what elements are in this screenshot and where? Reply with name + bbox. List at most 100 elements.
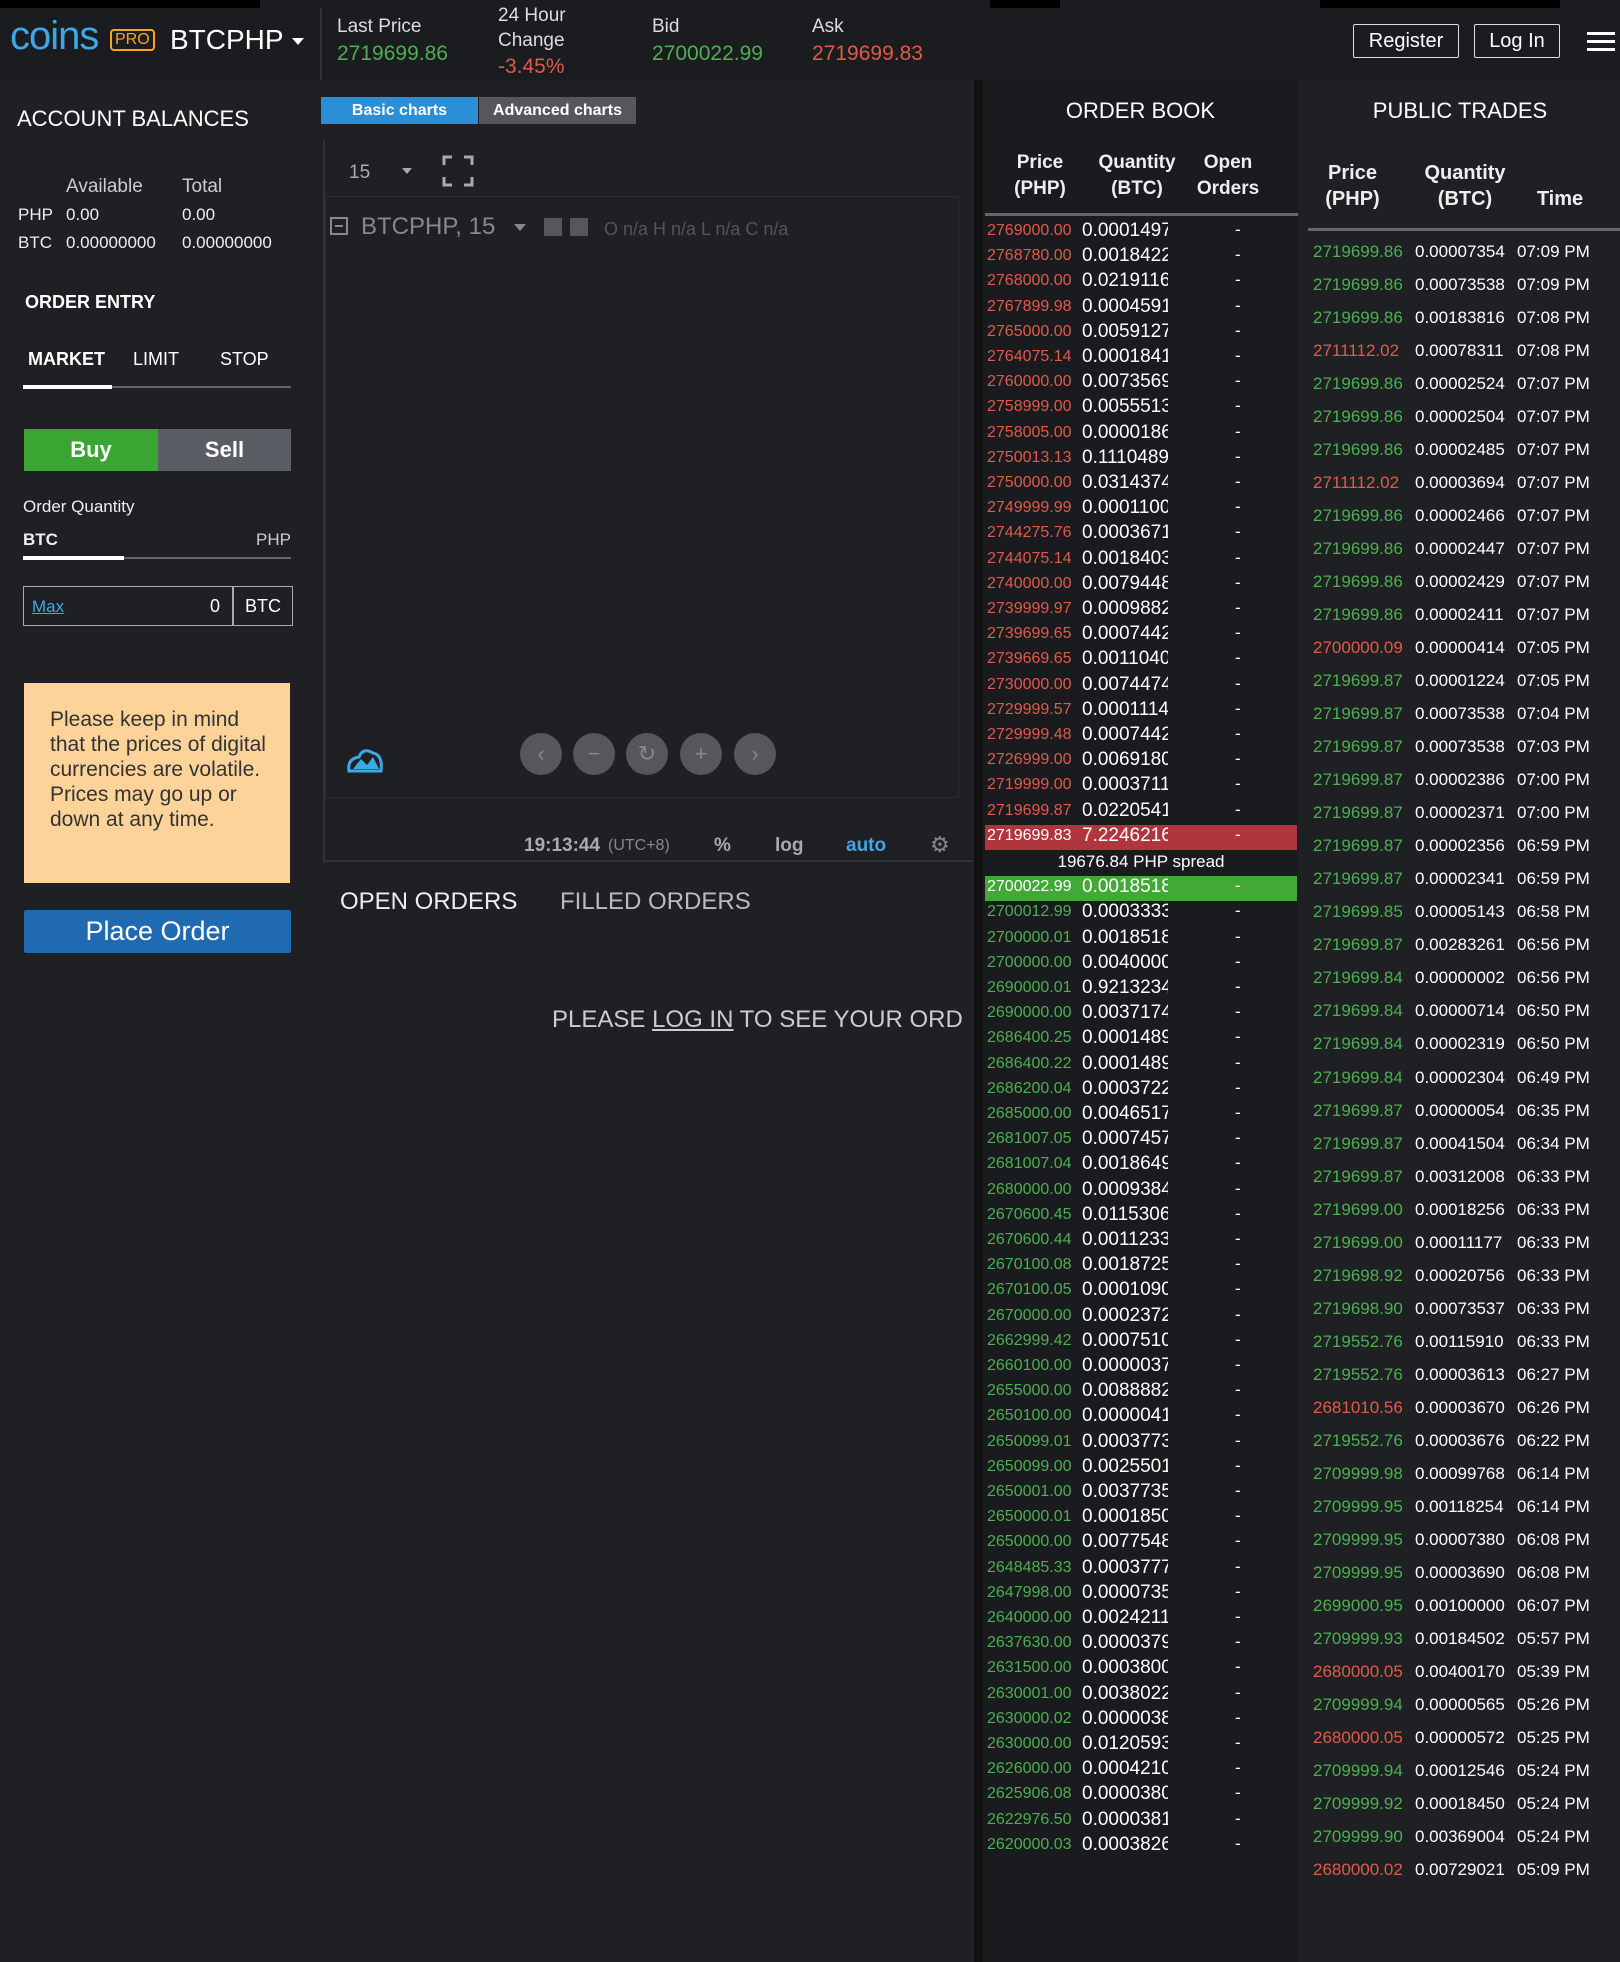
tab-basic-charts[interactable]: Basic charts [321,97,478,124]
register-button[interactable]: Register [1353,24,1459,58]
ob-bid-row[interactable]: 2625906.08 0.00003808 - [985,1783,1297,1808]
max-link[interactable]: Max [32,597,64,617]
buy-button[interactable]: Buy [24,429,158,471]
qty-tab-php[interactable]: PHP [256,530,291,550]
pair-selector[interactable]: BTCPHP [170,24,284,56]
tab-filled-orders[interactable]: FILLED ORDERS [560,888,751,916]
ob-ask-row[interactable]: 2767899.98 0.00045912 - [985,296,1297,321]
ob-ask-row[interactable]: 2729999.48 0.00074427 - [985,724,1297,749]
ob-bid-row[interactable]: 2681007.05 0.00074577 - [985,1128,1297,1153]
ob-bid-row[interactable]: 2700000.01 0.00185185 - [985,927,1297,952]
ob-ask-row[interactable]: 2719699.87 0.02205419 - [985,800,1297,825]
ob-bid-row[interactable]: 2700012.99 0.00033333 - [985,901,1297,926]
ob-bid-row[interactable]: 2670100.05 0.00010907 - [985,1279,1297,1304]
ob-bid-row[interactable]: 2630000.00 0.01205935 - [985,1733,1297,1758]
sell-button[interactable]: Sell [158,429,291,471]
fullscreen-icon[interactable] [442,155,474,192]
ob-bid-row[interactable]: 2650000.01 0.00018500 - [985,1506,1297,1531]
ob-bid-row[interactable]: 2690000.00 0.00371747 - [985,1002,1297,1027]
log-toggle[interactable]: log [775,835,804,857]
ob-bid-row[interactable]: 2681007.04 0.00186497 - [985,1153,1297,1178]
quantity-input[interactable]: Max 0 [23,586,233,626]
ob-bid-row[interactable]: 2631500.00 0.00038001 - [985,1657,1297,1682]
reset-icon[interactable]: ↻ [626,733,668,775]
chevron-down-icon[interactable] [514,224,526,231]
ob-ask-row[interactable]: 2744075.14 0.00184033 - [985,548,1297,573]
ob-bid-row[interactable]: 2650099.01 0.00037734 - [985,1431,1297,1456]
percent-toggle[interactable]: % [714,835,731,857]
hamburger-menu-icon[interactable] [1587,32,1615,56]
ob-bid-row[interactable]: 2686200.04 0.00037227 - [985,1078,1297,1103]
ob-bid-row[interactable]: 2622976.50 0.00003812 - [985,1809,1297,1834]
login-link[interactable]: LOG IN [652,1006,733,1033]
quantity-value[interactable]: 0 [210,596,220,617]
zoom-out-icon[interactable]: − [573,733,615,775]
ob-ask-row[interactable]: 2740000.00 0.00794485 - [985,573,1297,598]
ob-bid-row[interactable]: 2670100.08 0.00187259 - [985,1254,1297,1279]
chart-canvas[interactable] [325,196,959,798]
ob-best-bid-row[interactable]: 2700022.99 0.00185184 - [985,876,1297,902]
ob-bid-row[interactable]: 2637630.00 0.00003791 - [985,1632,1297,1657]
logo[interactable]: coins [10,14,99,59]
ob-bid-row[interactable]: 2670000.00 0.00023723 - [985,1305,1297,1330]
ob-ask-row[interactable]: 2768780.00 0.00184226 - [985,245,1297,270]
ob-bid-row[interactable]: 2630001.00 0.00380228 - [985,1683,1297,1708]
ob-bid-row[interactable]: 2650000.00 0.00775481 - [985,1531,1297,1556]
ob-ask-row[interactable]: 2760000.00 0.00735691 - [985,371,1297,396]
ob-ask-row[interactable]: 2750013.13 0.11104895 - [985,447,1297,472]
ob-bid-row[interactable]: 2640000.00 0.00242118 - [985,1607,1297,1632]
settings-icon[interactable] [570,218,588,236]
ob-bid-row[interactable]: 2647998.00 0.00007350 - [985,1582,1297,1607]
ob-ask-row[interactable]: 2768000.00 0.02191167 - [985,270,1297,295]
qty-tab-btc[interactable]: BTC [23,530,58,550]
gear-icon[interactable]: ⚙ [930,832,950,858]
ob-bid-row[interactable]: 2670600.45 0.01153061 - [985,1204,1297,1229]
auto-toggle[interactable]: auto [846,835,886,857]
ob-bid-row[interactable]: 2630000.02 0.00000380 - [985,1708,1297,1733]
ob-best-ask-row[interactable]: 2719699.83 7.22462160 - [985,824,1297,850]
chevron-right-icon[interactable]: › [734,733,776,775]
ob-bid-row[interactable]: 2686400.22 0.00014890 - [985,1053,1297,1078]
ob-bid-row[interactable]: 2686400.25 0.00014890 - [985,1027,1297,1052]
interval-selector[interactable]: 15 [349,162,370,184]
tab-open-orders[interactable]: OPEN ORDERS [340,888,517,916]
ob-ask-row[interactable]: 2730000.00 0.00744741 - [985,674,1297,699]
ob-ask-row[interactable]: 2750000.00 0.03143747 - [985,472,1297,497]
chevron-down-icon[interactable] [292,38,304,45]
zoom-in-icon[interactable]: + [680,733,722,775]
ob-bid-row[interactable]: 2650001.00 0.00377358 - [985,1481,1297,1506]
collapse-icon[interactable] [330,217,348,235]
login-button[interactable]: Log In [1474,24,1560,58]
settings-icon[interactable] [544,218,562,236]
ob-bid-row[interactable]: 2620000.03 0.00038261 - [985,1834,1297,1859]
ob-bid-row[interactable]: 2648485.33 0.00037776 - [985,1557,1297,1582]
ob-ask-row[interactable]: 2726999.00 0.00691801 - [985,749,1297,774]
ob-bid-row[interactable]: 2690000.01 0.92132349 - [985,977,1297,1002]
ob-ask-row[interactable]: 2765000.00 0.00591275 - [985,321,1297,346]
tab-advanced-charts[interactable]: Advanced charts [479,97,636,124]
ob-bid-row[interactable]: 2685000.00 0.00465177 - [985,1103,1297,1128]
ob-ask-row[interactable]: 2739699.65 0.00074423 - [985,623,1297,648]
tab-stop[interactable]: STOP [220,349,269,370]
ob-bid-row[interactable]: 2650099.00 0.00255012 - [985,1456,1297,1481]
ob-ask-row[interactable]: 2764075.14 0.00018415 - [985,346,1297,371]
ob-ask-row[interactable]: 2739999.97 0.00098826 - [985,598,1297,623]
ob-bid-row[interactable]: 2660100.00 0.00000376 - [985,1355,1297,1380]
ob-bid-row[interactable]: 2650100.00 0.00000415 - [985,1405,1297,1430]
ob-ask-row[interactable]: 2719999.00 0.00037118 - [985,774,1297,799]
ob-ask-row[interactable]: 2758999.00 0.00555134 - [985,396,1297,421]
ob-ask-row[interactable]: 2739669.65 0.00110400 - [985,648,1297,673]
ob-bid-row[interactable]: 2626000.00 0.00042106 - [985,1758,1297,1783]
ob-bid-row[interactable]: 2670600.44 0.00112335 - [985,1229,1297,1254]
chevron-left-icon[interactable]: ‹ [520,733,562,775]
tab-market[interactable]: MARKET [28,349,105,370]
ob-ask-row[interactable]: 2729999.57 0.00011144 - [985,699,1297,724]
place-order-button[interactable]: Place Order [24,910,291,953]
chevron-down-icon[interactable] [402,168,412,174]
ob-ask-row[interactable]: 2769000.00 0.0001497€ - [985,220,1297,245]
ob-ask-row[interactable]: 2758005.00 0.00001864 - [985,422,1297,447]
ob-bid-row[interactable]: 2680000.00 0.00093849 - [985,1179,1297,1204]
ob-bid-row[interactable]: 2662999.42 0.00075103 - [985,1330,1297,1355]
tab-limit[interactable]: LIMIT [133,349,179,370]
ob-bid-row[interactable]: 2655000.00 0.00888820 - [985,1380,1297,1405]
